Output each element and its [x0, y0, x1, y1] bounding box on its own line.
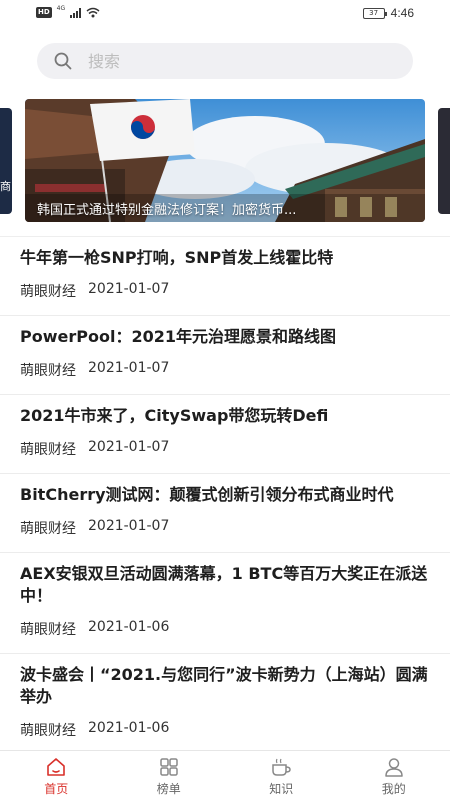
news-title: BitCherry测试网：颠覆式创新引领分布式商业时代 — [20, 485, 394, 504]
list-item[interactable]: PowerPool：2021年元治理愿景和路线图 萌眼财经 2021-01-07 — [0, 316, 450, 395]
news-source: 萌眼财经 — [20, 284, 76, 300]
list-item[interactable]: 2021牛市来了，CitySwap带您玩转Defi 萌眼财经 2021-01-0… — [0, 395, 450, 474]
network-type: 4G — [56, 5, 66, 12]
news-source: 萌眼财经 — [20, 363, 76, 379]
news-meta: 萌眼财经 2021-01-07 — [20, 281, 430, 315]
news-date: 2021-01-07 — [88, 281, 170, 297]
news-meta: 萌眼财经 2021-01-06 — [20, 720, 430, 750]
tab-mine-label: 我的 — [381, 782, 406, 796]
tab-ranking-label: 榜单 — [156, 782, 181, 796]
news-source: 萌眼财经 — [20, 442, 76, 458]
news-meta: 萌眼财经 2021-01-06 — [20, 619, 430, 653]
news-source: 萌眼财经 — [20, 723, 76, 739]
coffee-icon — [272, 758, 292, 776]
list-item[interactable]: BitCherry测试网：颠覆式创新引领分布式商业时代 萌眼财经 2021-01… — [0, 474, 450, 553]
signal-icon — [70, 7, 82, 18]
news-source: 萌眼财经 — [20, 622, 76, 638]
tab-home-label: 首页 — [44, 782, 69, 796]
banner-next-peek[interactable] — [438, 108, 450, 214]
news-date: 2021-01-06 — [88, 619, 170, 635]
news-meta: 萌眼财经 2021-01-07 — [20, 360, 430, 394]
list-item[interactable]: AEX安银双旦活动圆满落幕，1 BTC等百万大奖正在派送中！ 萌眼财经 2021… — [0, 553, 450, 654]
search-input[interactable] — [88, 51, 368, 71]
clock: 4:46 — [390, 6, 414, 20]
status-bar: HD 4G 37 4:46 — [0, 0, 450, 28]
news-title: AEX安银双旦活动圆满落幕，1 BTC等百万大奖正在派送中！ — [20, 564, 428, 605]
wifi-icon — [86, 7, 100, 18]
banner-caption: 韩国正式通过特别金融法修订案！加密货币... — [37, 203, 297, 218]
banner-prev-peek-text: 商 — [0, 180, 11, 193]
news-title: 波卡盛会丨“2021.与您同行”波卡新势力（上海站）圆满举办 — [20, 665, 428, 706]
news-date: 2021-01-07 — [88, 360, 170, 376]
battery-icon: 37 — [362, 7, 387, 19]
list-item[interactable]: 牛年第一枪SNP打响，SNP首发上线霍比特 萌眼财经 2021-01-07 — [0, 237, 450, 316]
tab-knowledge[interactable]: 知识 — [225, 751, 338, 800]
list-item[interactable]: 波卡盛会丨“2021.与您同行”波卡新势力（上海站）圆满举办 萌眼财经 2021… — [0, 654, 450, 750]
news-list: 牛年第一枪SNP打响，SNP首发上线霍比特 萌眼财经 2021-01-07 Po… — [0, 236, 450, 750]
banner-carousel[interactable]: 韩国正式通过特别金融法修订案！加密货币... — [25, 99, 425, 222]
search-bar[interactable] — [37, 43, 413, 79]
news-title: 牛年第一枪SNP打响，SNP首发上线霍比特 — [20, 248, 334, 267]
banner-prev-peek[interactable]: 商 — [0, 108, 12, 214]
news-meta: 萌眼财经 2021-01-07 — [20, 439, 430, 473]
news-date: 2021-01-07 — [88, 518, 170, 534]
news-source: 萌眼财经 — [20, 521, 76, 537]
bottom-tab-bar: 首页 榜单 知识 我的 — [0, 750, 450, 800]
tab-mine[interactable]: 我的 — [338, 751, 450, 800]
tab-knowledge-label: 知识 — [269, 782, 294, 796]
news-date: 2021-01-07 — [88, 439, 170, 455]
news-title: PowerPool：2021年元治理愿景和路线图 — [20, 327, 336, 346]
news-meta: 萌眼财经 2021-01-07 — [20, 518, 430, 552]
user-icon — [385, 758, 403, 777]
hd-badge: HD — [36, 7, 52, 18]
home-icon — [47, 758, 66, 776]
news-title: 2021牛市来了，CitySwap带您玩转Defi — [20, 406, 329, 425]
tab-home[interactable]: 首页 — [0, 751, 113, 800]
tab-ranking[interactable]: 榜单 — [113, 751, 226, 800]
search-icon — [54, 52, 72, 70]
news-date: 2021-01-06 — [88, 720, 170, 736]
grid-icon — [160, 758, 178, 776]
